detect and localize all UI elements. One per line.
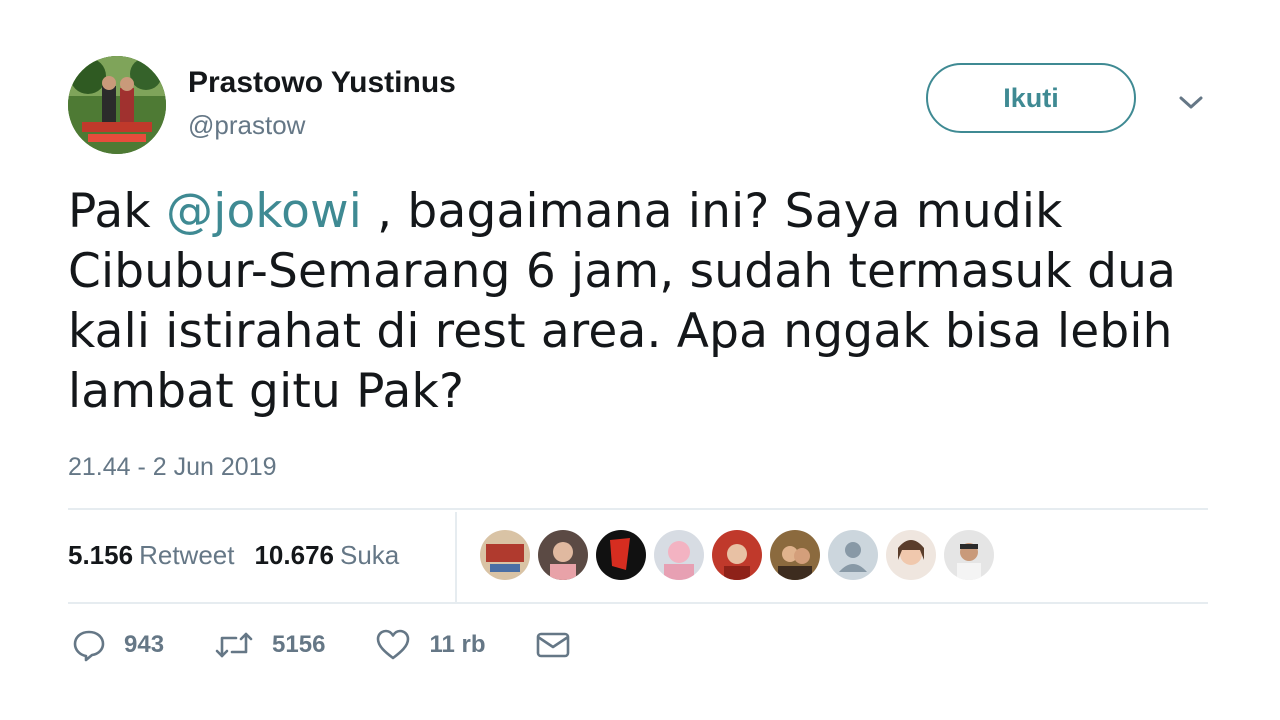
tweet-text-prefix: Pak (68, 184, 166, 239)
user-handle[interactable]: @prastow (188, 110, 305, 141)
follow-button[interactable]: Ikuti (926, 63, 1136, 133)
reply-count: 943 (124, 631, 165, 658)
like-stat[interactable]: 10.676 Suka (254, 540, 399, 571)
like-action-count: 11 rb (429, 631, 486, 658)
tweet-timestamp[interactable]: 21.44 - 2 Jun 2019 (68, 453, 277, 482)
message-button[interactable] (535, 630, 571, 660)
retweet-label: Retweet (139, 540, 235, 570)
retweet-stat[interactable]: 5.156 Retweet (68, 540, 234, 571)
liker-avatars (480, 530, 994, 580)
liker-avatar[interactable] (770, 530, 820, 580)
tweet-stats: 5.156 Retweet 10.676 Suka (68, 540, 399, 571)
retweet-count: 5.156 (68, 540, 134, 570)
action-bar: 943 5156 11 rb (72, 628, 621, 662)
like-button[interactable]: 11 rb (375, 628, 485, 662)
stats-divider (455, 512, 457, 602)
like-label: Suka (340, 540, 400, 570)
liker-avatar[interactable] (886, 530, 936, 580)
reply-icon (72, 628, 106, 662)
reply-button[interactable]: 943 (72, 628, 164, 662)
divider-top (68, 508, 1208, 510)
retweet-button[interactable]: 5156 (214, 628, 325, 662)
liker-avatar[interactable] (654, 530, 704, 580)
liker-avatar[interactable] (596, 530, 646, 580)
retweet-action-count: 5156 (272, 631, 326, 658)
retweet-icon (214, 628, 254, 662)
envelope-icon (535, 630, 571, 660)
liker-avatar[interactable] (712, 530, 762, 580)
like-count: 10.676 (254, 540, 334, 570)
tweet-text: Pak @jokowi , bagaimana ini? Saya mudik … (68, 182, 1218, 422)
display-name[interactable]: Prastowo Yustinus (188, 66, 456, 100)
liker-avatar-default[interactable] (828, 530, 878, 580)
divider-bottom (68, 602, 1208, 604)
liker-avatar[interactable] (480, 530, 530, 580)
mention-link[interactable]: @jokowi (166, 184, 362, 239)
avatar[interactable] (68, 56, 166, 154)
tweet-page: Prastowo Yustinus @prastow Ikuti Pak @jo… (0, 0, 1280, 720)
liker-avatar[interactable] (944, 530, 994, 580)
avatar-image (68, 56, 166, 154)
liker-avatar[interactable] (538, 530, 588, 580)
heart-icon (375, 628, 411, 662)
chevron-down-icon[interactable] (1176, 88, 1206, 118)
